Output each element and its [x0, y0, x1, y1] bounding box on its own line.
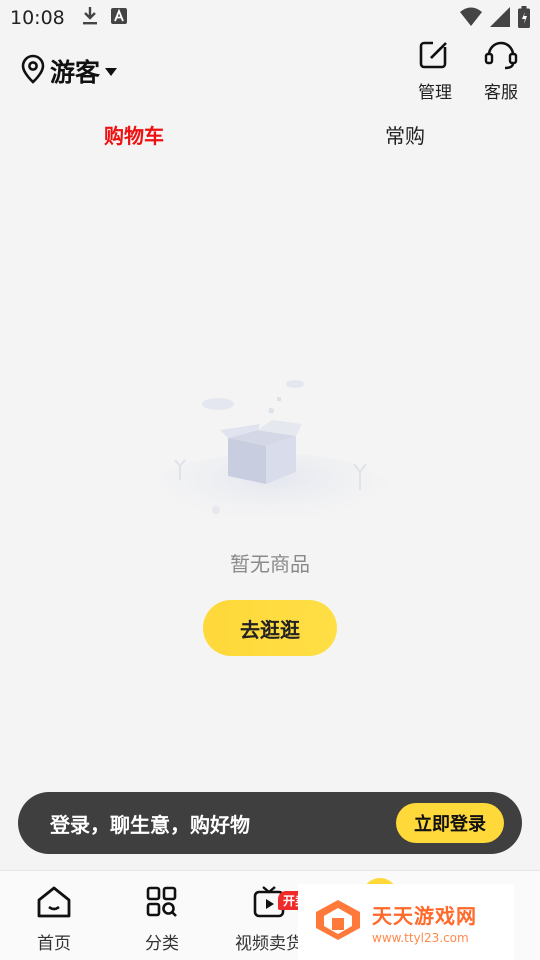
status-time: 10:08 [10, 7, 65, 29]
empty-state-text: 暂无商品 [230, 552, 310, 576]
empty-cart-illustration [140, 370, 400, 537]
login-banner-text: 登录，聊生意，购好物 [50, 812, 250, 837]
home-icon [36, 885, 72, 923]
watermark-logo-icon [314, 898, 362, 946]
signal-icon [490, 7, 510, 31]
app-notification-icon [110, 8, 127, 28]
manage-label: 管理 [418, 83, 452, 103]
category-icon [145, 885, 179, 923]
manage-button[interactable]: 管理 [405, 40, 465, 103]
location-label: 游客 [50, 58, 101, 87]
battery-icon [518, 6, 530, 32]
cart-tabs: 购物车 常购 [0, 112, 540, 158]
browse-button[interactable]: 去逛逛 [203, 600, 337, 656]
nav-item-home[interactable]: 首页 [9, 885, 99, 954]
watermark-title: 天天游戏网 [372, 903, 477, 928]
headset-icon [484, 40, 518, 74]
login-banner: 登录，聊生意，购好物 立即登录 [18, 792, 522, 854]
location-pin-icon [20, 54, 46, 88]
nav-label-home: 首页 [37, 934, 71, 954]
customer-service-button[interactable]: 客服 [471, 40, 531, 103]
login-button[interactable]: 立即登录 [396, 803, 504, 843]
watermark: 天天游戏网 www.ttyl23.com [298, 884, 514, 960]
edit-icon [419, 40, 451, 74]
location-selector[interactable]: 游客 [20, 53, 118, 89]
watermark-url: www.ttyl23.com [372, 930, 469, 945]
status-bar: 10:08 [0, 0, 540, 36]
nav-item-category[interactable]: 分类 [117, 885, 207, 954]
service-label: 客服 [484, 83, 518, 103]
wifi-icon [460, 7, 482, 31]
tab-cart[interactable]: 购物车 [104, 120, 164, 149]
caret-down-icon [104, 62, 118, 81]
nav-label-video: 视频卖货 [235, 934, 303, 954]
download-icon [81, 6, 99, 30]
header: 游客 管理 客服 [0, 36, 540, 104]
nav-label-category: 分类 [145, 934, 179, 954]
tab-frequent[interactable]: 常购 [385, 120, 425, 149]
